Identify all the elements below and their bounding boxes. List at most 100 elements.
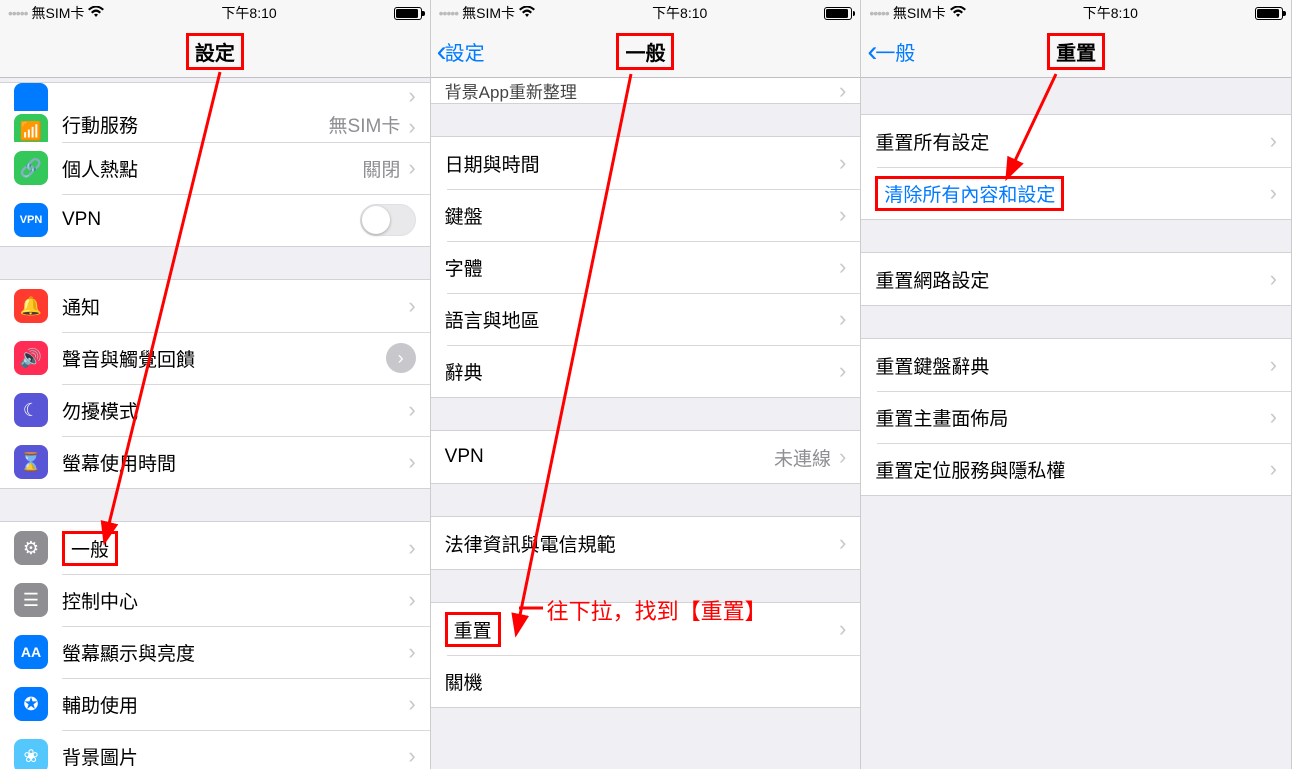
chevron-right-icon: › xyxy=(1270,182,1277,204)
chevron-right-icon: › xyxy=(1270,130,1277,152)
battery-icon xyxy=(824,7,852,20)
settings-row[interactable]: 重置定位服務與隱私權› xyxy=(861,443,1291,495)
settings-row[interactable]: ✪輔助使用› xyxy=(0,678,430,730)
settings-row[interactable]: 🔗個人熱點關閉› xyxy=(0,142,430,194)
一般-icon: ⚙ xyxy=(14,531,48,565)
settings-row[interactable]: AA螢幕顯示與亮度› xyxy=(0,626,430,678)
settings-row[interactable]: 重置網路設定› xyxy=(861,253,1291,305)
back-label: 一般 xyxy=(875,37,915,66)
panel-reset: ••••• 無SIM卡 下午8:10 ‹ 一般 重置 重置所有設定›清除所有內容… xyxy=(861,0,1292,769)
settings-row[interactable]: 清除所有內容和設定› xyxy=(861,167,1291,219)
group-vpn: VPN未連線› xyxy=(431,430,861,484)
wifi-icon xyxy=(519,5,535,21)
bluetooth-icon xyxy=(14,83,48,111)
個人熱點-icon: 🔗 xyxy=(14,151,48,185)
page-title: 設定 xyxy=(186,33,244,70)
settings-row[interactable]: 📶行動服務無SIM卡› xyxy=(0,111,430,142)
背景圖片-icon: ❀ xyxy=(14,739,48,769)
wifi-icon xyxy=(88,5,104,21)
row-partial-top[interactable]: › xyxy=(0,83,430,111)
row-label: 輔助使用 xyxy=(62,691,408,718)
settings-row[interactable]: ☾勿擾模式› xyxy=(0,384,430,436)
toggle-switch[interactable] xyxy=(360,204,416,236)
chevron-right-icon: › xyxy=(408,399,415,421)
row-label: 背景圖片 xyxy=(62,743,408,769)
chevron-right-icon: › xyxy=(839,360,846,382)
annotation-text: 往下拉，找到【重置】 xyxy=(547,594,767,626)
row-label: 聲音與觸覺回饋 xyxy=(62,345,386,372)
row-bg-refresh[interactable]: 背景App重新整理 › xyxy=(431,78,861,103)
group-alerts: 🔔通知›🔊聲音與觸覺回饋›☾勿擾模式›⌛螢幕使用時間› xyxy=(0,279,430,489)
row-label: 關機 xyxy=(445,668,847,695)
settings-row[interactable]: 鍵盤› xyxy=(431,189,861,241)
settings-row[interactable]: 語言與地區› xyxy=(431,293,861,345)
clock-text: 下午8:10 xyxy=(652,3,707,23)
row-label: 重置所有設定 xyxy=(875,128,1269,155)
chevron-right-icon: › xyxy=(839,256,846,278)
row-label: 鍵盤 xyxy=(445,202,839,229)
nav-bar: ‹ 一般 重置 xyxy=(861,26,1291,78)
row-label: 通知 xyxy=(62,293,408,320)
settings-row[interactable]: VPN未連線› xyxy=(431,431,861,483)
row-label: 螢幕使用時間 xyxy=(62,449,408,476)
chevron-right-icon: › xyxy=(839,80,846,102)
settings-row[interactable]: ☰ 控制中心› xyxy=(0,574,430,626)
signal-dots-icon: ••••• xyxy=(439,5,459,21)
nav-bar: ‹ 設定 一般 xyxy=(431,26,861,78)
chevron-right-icon: › xyxy=(408,641,415,663)
row-label: 辭典 xyxy=(445,358,839,385)
通知-icon: 🔔 xyxy=(14,289,48,323)
chevron-right-icon: › xyxy=(1270,406,1277,428)
nav-bar: 設定 xyxy=(0,26,430,78)
chevron-right-icon: › xyxy=(839,204,846,226)
chevron-right-icon: › xyxy=(408,85,415,107)
settings-row[interactable]: 重置鍵盤辭典› xyxy=(861,339,1291,391)
settings-row[interactable]: 日期與時間› xyxy=(431,137,861,189)
chevron-right-icon: › xyxy=(408,451,415,473)
row-label: 字體 xyxy=(445,254,839,281)
chevron-right-icon: › xyxy=(408,589,415,611)
row-label: 重置網路設定 xyxy=(875,266,1269,293)
group-reset-other: 重置鍵盤辭典›重置主畫面佈局›重置定位服務與隱私權› xyxy=(861,338,1291,496)
status-bar: ••••• 無SIM卡 下午8:10 xyxy=(0,0,430,26)
back-button[interactable]: ‹ 設定 xyxy=(437,26,485,77)
settings-row[interactable]: 重置主畫面佈局› xyxy=(861,391,1291,443)
group-datetime: 日期與時間›鍵盤›字體›語言與地區›辭典› xyxy=(431,136,861,398)
status-bar: ••••• 無SIM卡 下午8:10 xyxy=(431,0,861,26)
chevron-right-icon: › xyxy=(408,745,415,767)
settings-row[interactable]: 法律資訊與電信規範› xyxy=(431,517,861,569)
detail-disclosure-icon[interactable]: › xyxy=(386,343,416,373)
row-label: 控制中心 xyxy=(62,587,408,614)
chevron-right-icon: › xyxy=(408,157,415,179)
控制中心-icon: ☰ xyxy=(14,583,48,617)
chevron-right-icon: › xyxy=(408,116,415,138)
settings-row[interactable]: 🔔通知› xyxy=(0,280,430,332)
group-network: › 📶行動服務無SIM卡›🔗個人熱點關閉›VPNVPN xyxy=(0,82,430,247)
settings-row[interactable]: 辭典› xyxy=(431,345,861,397)
row-label: 勿擾模式 xyxy=(62,397,408,424)
row-label: VPN xyxy=(62,209,360,231)
settings-row[interactable]: ⚙一般› xyxy=(0,522,430,574)
settings-row[interactable]: ⌛螢幕使用時間› xyxy=(0,436,430,488)
group-reset-all: 重置所有設定›清除所有內容和設定› xyxy=(861,114,1291,220)
panel-settings: ••••• 無SIM卡 下午8:10 設定 › 📶行動服務無SIM卡› 🔗 個人熱點… xyxy=(0,0,431,769)
settings-row[interactable]: 重置所有設定› xyxy=(861,115,1291,167)
battery-icon xyxy=(1255,7,1283,20)
settings-row[interactable]: ❀ 背景圖片› xyxy=(0,730,430,769)
clock-text: 下午8:10 xyxy=(221,3,276,23)
wifi-icon xyxy=(950,5,966,21)
signal-dots-icon: ••••• xyxy=(869,5,889,21)
back-button[interactable]: ‹ 一般 xyxy=(867,26,915,77)
chevron-right-icon: › xyxy=(408,693,415,715)
row-label: 重置定位服務與隱私權 xyxy=(875,456,1269,483)
chevron-right-icon: › xyxy=(839,152,846,174)
settings-row[interactable]: 字體› xyxy=(431,241,861,293)
panel-general: ••••• 無SIM卡 下午8:10 ‹ 設定 一般 背景App重新整理 › 日… xyxy=(431,0,862,769)
row-label: 個人熱點 xyxy=(62,155,362,182)
row-label: 清除所有內容和設定 xyxy=(875,176,1269,211)
row-label: 重置主畫面佈局 xyxy=(875,404,1269,431)
settings-row[interactable]: 關機 xyxy=(431,655,861,707)
row-value: 未連線 xyxy=(774,444,831,471)
settings-row[interactable]: VPNVPN xyxy=(0,194,430,246)
settings-row[interactable]: 🔊聲音與觸覺回饋› xyxy=(0,332,430,384)
